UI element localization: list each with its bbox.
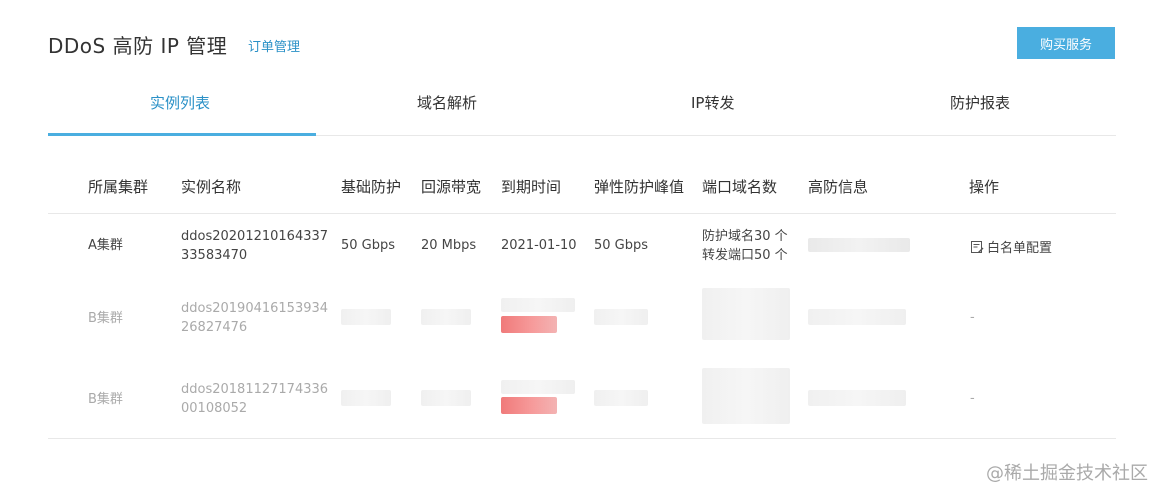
elastic-peak-redacted — [594, 390, 648, 406]
column-header-actions: 操作 — [969, 178, 1000, 196]
action-placeholder: - — [970, 391, 975, 406]
watermark: @稀土掘金技术社区 — [986, 463, 1148, 484]
table-row-cluster: A集群 — [88, 238, 123, 253]
header-divider — [48, 213, 1116, 214]
document-edit-icon — [970, 240, 984, 254]
whitelist-config-label: 白名单配置 — [987, 241, 1053, 256]
order-management-link[interactable]: 订单管理 — [248, 36, 300, 55]
table-row-bandwidth: 20 Mbps — [421, 238, 477, 253]
column-header-expire-time: 到期时间 — [501, 178, 562, 196]
expired-badge-redacted — [501, 397, 557, 414]
tab-ip-forwarding[interactable]: IP转发 — [691, 92, 734, 113]
elastic-peak-redacted — [594, 309, 648, 325]
column-header-cluster: 所属集群 — [88, 178, 149, 196]
table-row-protected-domains: 防护域名30 个 — [702, 229, 788, 244]
column-header-protection-info: 高防信息 — [808, 178, 869, 196]
table-row-instance-name-line1: ddos20201210164337 — [181, 229, 329, 244]
action-placeholder: - — [970, 310, 975, 325]
port-domain-count-redacted — [702, 288, 790, 340]
tab-domain-resolution[interactable]: 域名解析 — [417, 92, 477, 113]
table-row-cluster: B集群 — [88, 392, 123, 407]
buy-service-button[interactable]: 购买服务 — [1017, 27, 1115, 59]
table-row-instance-name-line1: ddos20190416153934 — [181, 301, 329, 316]
column-header-instance-name: 实例名称 — [181, 178, 242, 196]
tab-protection-report[interactable]: 防护报表 — [950, 92, 1010, 113]
table-row-instance-name-line1: ddos20181127174336 — [181, 382, 329, 397]
page-title: DDoS 高防 IP 管理 — [48, 34, 228, 58]
bandwidth-redacted — [421, 390, 471, 406]
protection-info-redacted — [808, 238, 910, 252]
column-header-base-protection: 基础防护 — [341, 178, 402, 196]
tab-instance-list[interactable]: 实例列表 — [150, 92, 210, 113]
table-bottom-divider — [48, 438, 1116, 439]
expire-time-redacted — [501, 380, 575, 394]
table-row-forward-ports: 转发端口50 个 — [702, 248, 788, 263]
expired-badge-redacted — [501, 316, 557, 333]
table-row-instance-name-line2: 33583470 — [181, 248, 248, 263]
table-row-elastic-peak: 50 Gbps — [594, 238, 649, 253]
protection-info-redacted — [808, 309, 906, 325]
expire-time-redacted — [501, 298, 575, 312]
column-header-bandwidth: 回源带宽 — [421, 178, 482, 196]
active-tab-indicator — [48, 133, 316, 136]
table-row-expire-time: 2021-01-10 — [501, 238, 577, 253]
table-row-base-protection: 50 Gbps — [341, 238, 396, 253]
column-header-port-domain-count: 端口域名数 — [702, 178, 778, 196]
table-row-cluster: B集群 — [88, 311, 123, 326]
bandwidth-redacted — [421, 309, 471, 325]
tab-bar: 实例列表 域名解析 IP转发 防护报表 — [48, 80, 1116, 136]
column-header-elastic-peak: 弹性防护峰值 — [594, 178, 685, 196]
base-protection-redacted — [341, 309, 391, 325]
base-protection-redacted — [341, 390, 391, 406]
port-domain-count-redacted — [702, 368, 790, 424]
whitelist-config-button[interactable]: 白名单配置 — [970, 237, 1052, 256]
protection-info-redacted — [808, 390, 906, 406]
table-row-instance-name-line2: 00108052 — [181, 401, 248, 416]
table-row-instance-name-line2: 26827476 — [181, 320, 248, 335]
